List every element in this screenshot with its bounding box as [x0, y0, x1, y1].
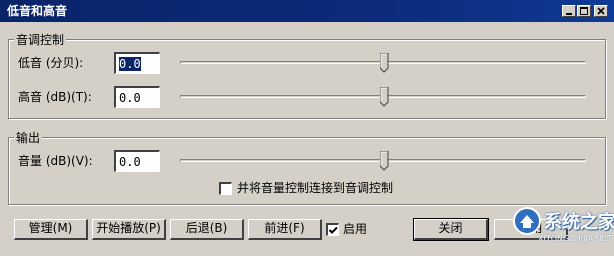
enable-checkbox[interactable] [326, 223, 339, 236]
volume-label: 音量 (dB)(V): [18, 154, 93, 168]
watermark-logo-icon [513, 207, 541, 235]
enable-label: 启用 [343, 222, 368, 236]
bass-label: 低音 (分贝): [18, 56, 84, 70]
minimize-icon [566, 13, 572, 15]
back-button[interactable]: 后退(B) [170, 219, 244, 240]
forward-button[interactable]: 前进(F) [248, 219, 322, 240]
minimize-button[interactable] [562, 5, 576, 17]
bass-value: 0.0 [119, 57, 141, 71]
output-group-title: 输出 [14, 130, 43, 146]
manage-button[interactable]: 管理(M) [14, 219, 88, 240]
tone-control-group [8, 39, 606, 119]
link-volume-tone-label: 并将音量控制连接到音调控制 [237, 181, 394, 195]
maximize-icon [580, 7, 588, 15]
bass-input[interactable]: 0.0 [114, 52, 160, 74]
watermark-text: 系统之家 [544, 212, 614, 233]
close-button[interactable] [594, 5, 608, 17]
bass-treble-dialog: 低音和高音 音调控制 低音 (分贝): 0.0 高音 (dB)(T): 0.0 … [0, 0, 614, 256]
volume-slider-thumb[interactable] [380, 151, 389, 171]
tone-control-group-title: 音调控制 [14, 32, 67, 48]
close-dialog-button[interactable]: 关闭 [413, 218, 489, 241]
treble-input[interactable]: 0.0 [114, 86, 160, 108]
link-volume-tone-checkbox[interactable] [219, 182, 232, 195]
close-icon [597, 7, 605, 15]
watermark-subtext: XITONGZHIJIA.NET [538, 234, 612, 243]
start-playback-button[interactable]: 开始播放(P) [92, 219, 166, 240]
volume-value: 0.0 [119, 155, 141, 169]
site-watermark: 系统之家 XITONGZHIJIA.NET [508, 200, 614, 256]
bass-slider-thumb[interactable] [380, 53, 389, 73]
checkmark-icon [328, 226, 338, 234]
treble-label: 高音 (dB)(T): [18, 90, 92, 104]
title-bar[interactable]: 低音和高音 [0, 0, 614, 22]
maximize-button[interactable] [577, 5, 591, 17]
treble-slider-thumb[interactable] [380, 87, 389, 107]
volume-input[interactable]: 0.0 [114, 150, 160, 172]
window-title: 低音和高音 [7, 4, 68, 18]
treble-value: 0.0 [119, 91, 141, 105]
